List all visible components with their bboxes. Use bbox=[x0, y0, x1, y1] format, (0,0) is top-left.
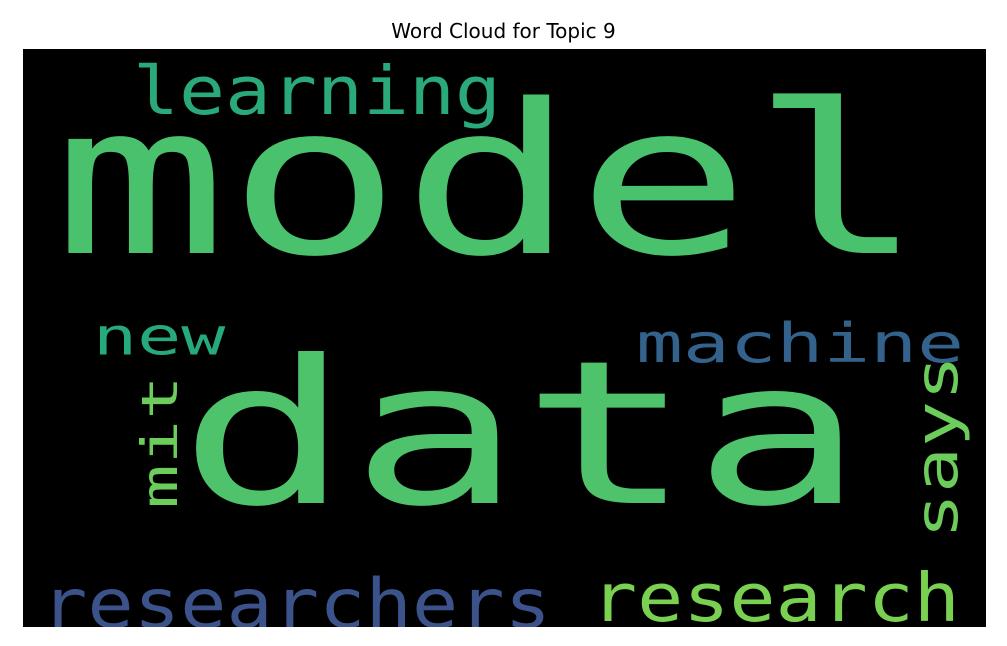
word-says: says bbox=[903, 355, 971, 539]
word-mit: mit bbox=[131, 375, 189, 509]
word-researchers: researchers bbox=[41, 565, 551, 627]
word-learning: learning bbox=[133, 52, 501, 130]
chart-title: Word Cloud for Topic 9 bbox=[391, 19, 616, 43]
word-cloud-canvas: modeldatalearningnew machinemit saysresear… bbox=[23, 49, 986, 627]
word-new: new bbox=[93, 307, 226, 367]
word-research: research bbox=[591, 559, 960, 627]
word-cloud: model data learning new machine mit says resear… bbox=[23, 49, 986, 627]
